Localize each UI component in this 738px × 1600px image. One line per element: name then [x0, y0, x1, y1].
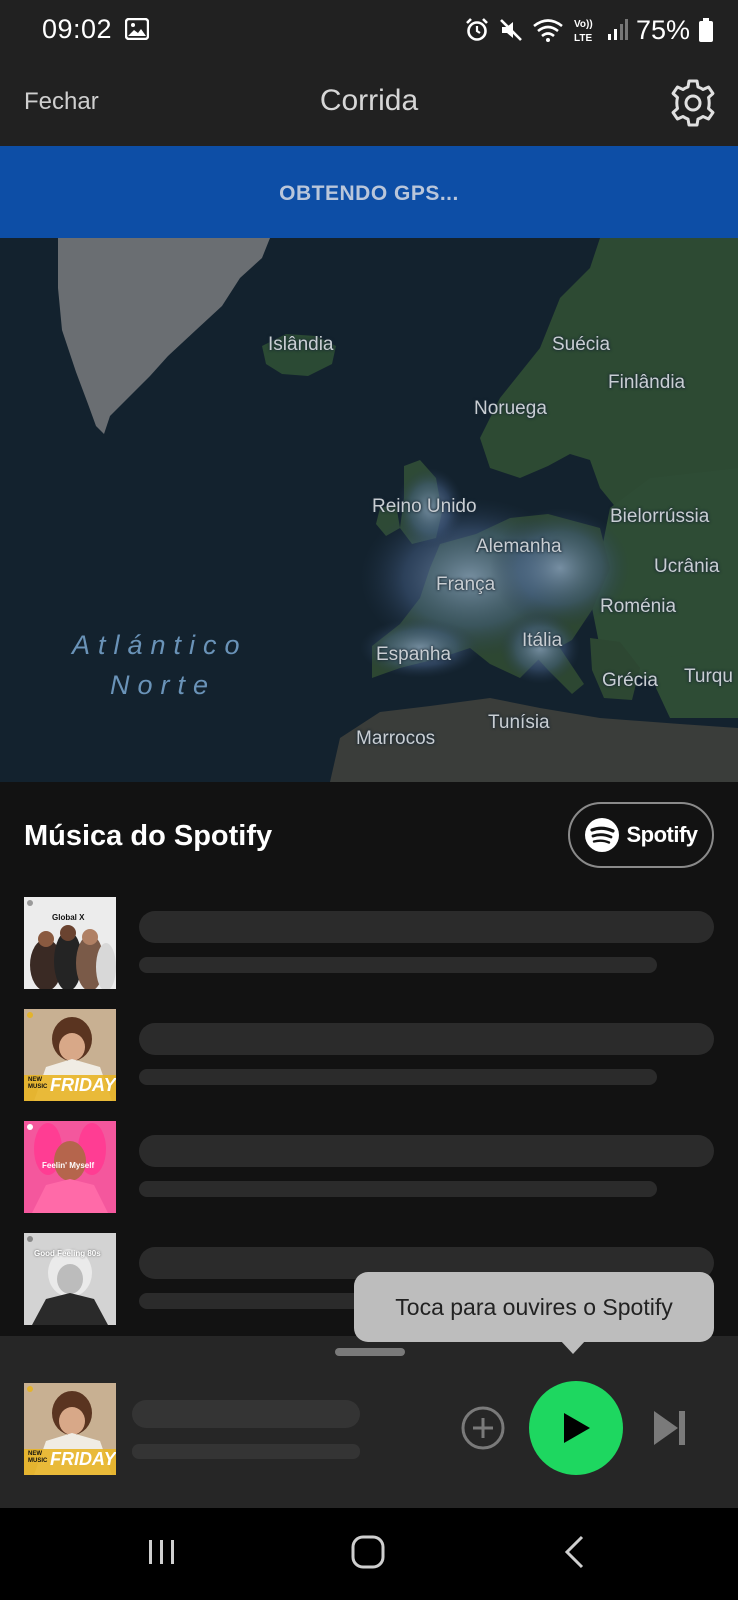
- map-label-ocean-line1: Atlántico: [72, 630, 248, 660]
- map-label-alemanha: Alemanha: [476, 536, 562, 557]
- playlist-item[interactable]: Global X: [24, 897, 714, 989]
- map-label-franca: França: [436, 574, 496, 595]
- playlist-cover: NEW MUSIC FRIDAY: [24, 1009, 116, 1101]
- cover-label-bottom: FRIDAY: [50, 1075, 116, 1095]
- add-circle-icon[interactable]: [460, 1405, 506, 1451]
- battery-icon: [699, 18, 713, 42]
- map-label-finlandia: Finlândia: [608, 372, 686, 393]
- map-label-espanha: Espanha: [376, 644, 452, 665]
- signal-icon: [607, 19, 628, 40]
- cover-title: Good Feeling 80s: [34, 1249, 101, 1258]
- map-label-marrocos: Marrocos: [356, 728, 436, 749]
- drag-handle[interactable]: [335, 1348, 405, 1356]
- spotify-badge-label: Spotify: [626, 822, 698, 847]
- cover-art: [24, 1233, 116, 1325]
- playlist-cover: Global X: [24, 897, 116, 989]
- header: Fechar Corrida: [0, 62, 738, 146]
- subtitle-placeholder: [139, 1069, 657, 1085]
- now-playing-cover: NEW MUSIC FRIDAY: [24, 1383, 116, 1475]
- map-label-ocean-line2: Norte: [110, 670, 217, 700]
- gps-status-banner: OBTENDO GPS...: [0, 146, 738, 238]
- alarm-icon: [466, 18, 488, 41]
- artist-placeholder: [132, 1444, 360, 1459]
- system-nav-bar: [0, 1508, 738, 1600]
- map-label-romenia: Roménia: [600, 596, 677, 617]
- battery-percent: 75%: [635, 14, 690, 45]
- map-view[interactable]: Islândia Suécia Finlândia Noruega Reino …: [0, 238, 738, 782]
- playlist-cover: Feelin' Myself: [24, 1121, 116, 1213]
- map-label-ucrania: Ucrânia: [654, 556, 720, 577]
- title-placeholder: [139, 1023, 714, 1055]
- play-icon: [564, 1413, 590, 1443]
- subtitle-placeholder: [139, 957, 657, 973]
- recent-apps-icon[interactable]: [146, 1536, 178, 1568]
- cover-label-bottom: FRIDAY: [50, 1449, 116, 1469]
- back-icon[interactable]: [562, 1534, 586, 1570]
- svg-text:Vo)): Vo)): [574, 19, 593, 30]
- title-placeholder: [139, 1135, 714, 1167]
- map-label-suecia: Suécia: [552, 334, 611, 355]
- map-label-islandia: Islândia: [268, 334, 334, 355]
- status-bar: 09:02 Vo)) LTE 75%: [0, 0, 738, 62]
- status-time: 09:02: [42, 14, 113, 44]
- volte-icon: Vo)) LTE: [574, 19, 593, 44]
- spotify-logo-icon: [585, 818, 620, 852]
- tooltip: Toca para ouvires o Spotify: [354, 1272, 714, 1342]
- playlist-item[interactable]: Feelin' Myself: [24, 1121, 714, 1213]
- cover-label-top: NEW MUSIC: [28, 1451, 48, 1464]
- cover-title: Feelin' Myself: [42, 1161, 95, 1170]
- page-title: Corrida: [319, 84, 419, 117]
- cover-title: Global X: [52, 913, 85, 922]
- track-title-placeholder: [132, 1400, 360, 1428]
- skip-next-icon[interactable]: [652, 1409, 688, 1447]
- map-label-tunisia: Tunísia: [488, 712, 550, 733]
- map-label-reino-unido: Reino Unido: [372, 496, 477, 517]
- home-icon[interactable]: [350, 1534, 386, 1570]
- gps-status-text: OBTENDO GPS...: [279, 182, 459, 205]
- section-title: Música do Spotify: [24, 820, 273, 852]
- cover-art: [24, 897, 116, 989]
- map-label-bielorrussia: Bielorrússia: [610, 506, 710, 527]
- wifi-icon: [533, 19, 563, 42]
- playlist-cover: Good Feeling 80s: [24, 1233, 116, 1325]
- image-icon: [125, 18, 149, 40]
- mini-player[interactable]: NEW MUSIC FRIDAY: [0, 1336, 738, 1508]
- mute-icon: [500, 19, 522, 41]
- map-label-noruega: Noruega: [474, 398, 547, 419]
- map-label-italia: Itália: [522, 630, 563, 651]
- play-button[interactable]: [529, 1381, 623, 1475]
- subtitle-placeholder: [139, 1181, 657, 1197]
- svg-text:LTE: LTE: [574, 33, 592, 44]
- cover-label-top: NEW MUSIC: [28, 1077, 48, 1090]
- spotify-music-section: Música do Spotify Spotify Global X NEW M…: [0, 782, 738, 1336]
- map-label-turquia: Turqu: [684, 666, 733, 687]
- gear-icon[interactable]: [668, 78, 718, 128]
- tooltip-text: Toca para ouvires o Spotify: [395, 1293, 673, 1320]
- status-icons: Vo)) LTE 75%: [464, 12, 714, 48]
- map-label-grecia: Grécia: [602, 670, 658, 691]
- spotify-button[interactable]: Spotify: [568, 802, 714, 868]
- playlist-item[interactable]: NEW MUSIC FRIDAY: [24, 1009, 714, 1101]
- tooltip-arrow: [560, 1340, 586, 1354]
- title-placeholder: [139, 911, 714, 943]
